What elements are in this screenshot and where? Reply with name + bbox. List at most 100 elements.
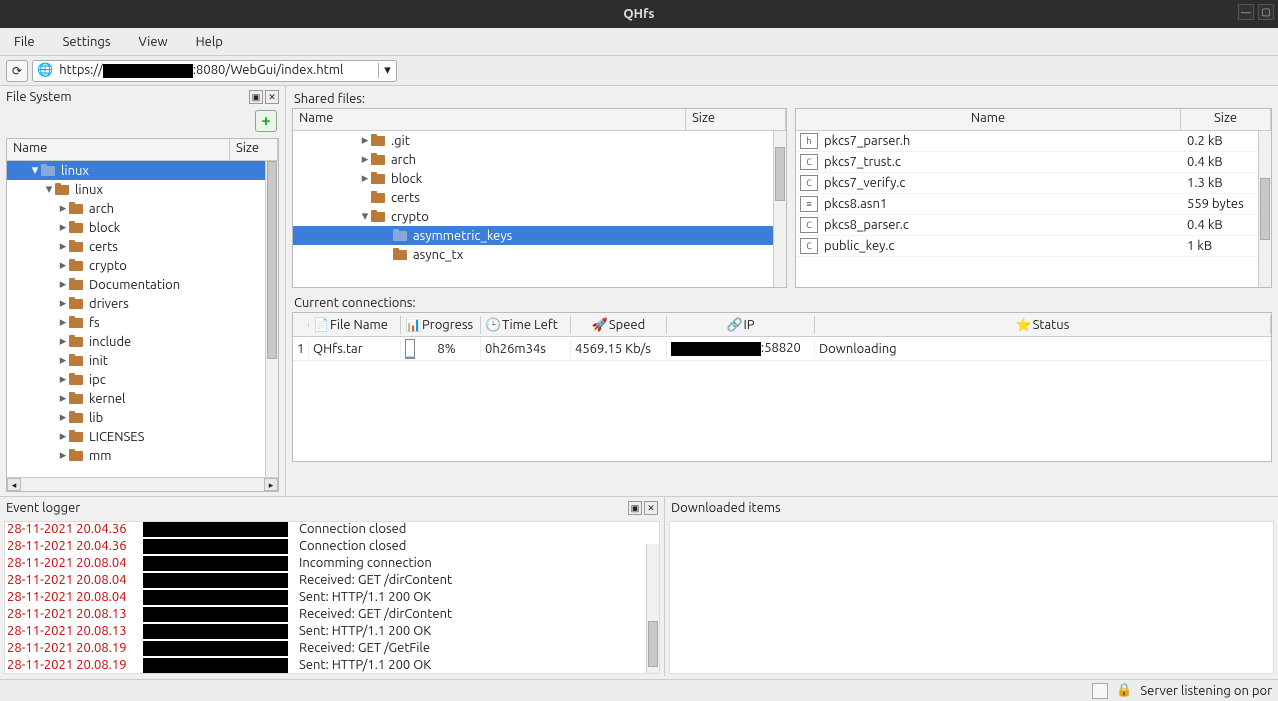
toolbar: ⟳ 🌐 https://:8080/WebGui/index.html ▾	[0, 56, 1278, 86]
fs-tree-row[interactable]: ▸kernel	[7, 389, 278, 408]
log-row: 28-11-2021 20.04.36Connection closed	[5, 522, 659, 539]
log-row: 28-11-2021 20.04.36Connection closed	[5, 539, 659, 556]
filetype-icon: C	[800, 175, 818, 191]
hscroll-left[interactable]: ◂	[7, 478, 21, 491]
hscroll-track[interactable]	[21, 478, 264, 491]
menu-view[interactable]: View	[135, 33, 172, 51]
statusbar: 🔒 Server listening on por	[0, 679, 1278, 701]
conn-col-speed[interactable]: 🚀Speed	[571, 316, 667, 334]
conn-col-file[interactable]: 📄File Name	[309, 316, 401, 334]
shared-files-title: Shared files:	[286, 86, 1278, 108]
event-logger-panel: Event logger ▣ ✕ 28-11-2021 20.04.36Conn…	[0, 497, 665, 676]
fs-vscroll[interactable]	[265, 161, 278, 491]
fs-tree-row[interactable]: ▸include	[7, 332, 278, 351]
file-row[interactable]: hpkcs7_parser.h0.2 kB	[796, 131, 1271, 152]
shared-tree-row[interactable]: asymmetric_keys	[293, 226, 786, 245]
fs-tree-row[interactable]: ▸mm	[7, 446, 278, 465]
ip-redacted	[671, 342, 761, 356]
event-logger-title: Event logger	[6, 501, 80, 515]
files-col-name[interactable]: Name	[796, 109, 1181, 130]
shared-col-name[interactable]: Name	[293, 109, 686, 130]
fs-tree-row[interactable]: ▸ipc	[7, 370, 278, 389]
evlog-close-button[interactable]: ✕	[644, 501, 658, 515]
fs-tree-row[interactable]: ▸crypto	[7, 256, 278, 275]
shared-tree-row[interactable]: certs	[293, 188, 786, 207]
shared-tree[interactable]: Name Size ▸.git▸arch▸blockcerts▾cryptoas…	[292, 108, 787, 288]
conn-col-status[interactable]: ⭐Status	[815, 316, 1271, 334]
fs-col-name[interactable]: Name	[7, 139, 230, 160]
downloaded-items-list[interactable]	[669, 521, 1274, 674]
fs-tree-row[interactable]: ▸arch	[7, 199, 278, 218]
status-icon-1[interactable]	[1092, 683, 1108, 699]
rocket-icon: 🚀	[592, 318, 606, 332]
shared-tree-row[interactable]: ▸arch	[293, 150, 786, 169]
lock-icon[interactable]: 🔒	[1116, 683, 1132, 698]
shared-vscroll[interactable]	[773, 131, 786, 287]
refresh-button[interactable]: ⟳	[6, 60, 28, 82]
fs-tree-row[interactable]: ▸block	[7, 218, 278, 237]
shared-tree-row[interactable]: async_tx	[293, 245, 786, 264]
connections-title: Current connections:	[286, 288, 1278, 312]
fs-tree-row[interactable]: ▾linux	[7, 161, 278, 180]
conn-col-ip[interactable]: 🔗IP	[667, 316, 815, 334]
fs-tree-row[interactable]: ▸fs	[7, 313, 278, 332]
files-col-size[interactable]: Size	[1181, 109, 1271, 130]
fs-tree-row[interactable]: ▸init	[7, 351, 278, 370]
fs-col-size[interactable]: Size	[230, 139, 278, 160]
log-row: 28-11-2021 20.08.19Received: GET /GetFil…	[5, 641, 659, 658]
status-text: Server listening on por	[1140, 684, 1272, 698]
link-icon: 🔗	[726, 318, 740, 332]
fs-tree-row[interactable]: ▸certs	[7, 237, 278, 256]
files-vscroll[interactable]	[1258, 131, 1271, 287]
fs-tree-row[interactable]: ▸LICENSES	[7, 427, 278, 446]
file-row[interactable]: ≡pkcs8.asn1559 bytes	[796, 194, 1271, 215]
log-row: 28-11-2021 20.08.13Sent: HTTP/1.1 200 OK	[5, 624, 659, 641]
minimize-button[interactable]: —	[1238, 4, 1254, 20]
menu-settings[interactable]: Settings	[59, 33, 115, 51]
log-row: 28-11-2021 20.08.04Sent: HTTP/1.1 200 OK	[5, 590, 659, 607]
maximize-button[interactable]: ▢	[1258, 4, 1274, 20]
conn-col-timeleft[interactable]: 🕒Time Left	[481, 316, 571, 334]
url-text: https://:8080/WebGui/index.html	[57, 63, 378, 78]
progress-bar	[405, 339, 415, 359]
downloaded-items-title: Downloaded items	[671, 501, 781, 515]
menu-help[interactable]: Help	[192, 33, 227, 51]
fs-tree-row[interactable]: ▸Documentation	[7, 275, 278, 294]
file-icon: 📄	[313, 318, 327, 332]
fs-tree-row[interactable]: ▸lib	[7, 408, 278, 427]
add-share-button[interactable]: +	[255, 110, 277, 132]
fs-tree-row[interactable]: ▾linux	[7, 180, 278, 199]
panel-close-button[interactable]: ✕	[265, 90, 279, 104]
file-system-tree[interactable]: Name Size ▾linux▾linux▸arch▸block▸certs▸…	[6, 138, 279, 492]
log-row: 28-11-2021 20.08.04Received: GET /dirCon…	[5, 573, 659, 590]
file-row[interactable]: Cpkcs7_verify.c1.3 kB	[796, 173, 1271, 194]
fs-tree-row[interactable]: ▸drivers	[7, 294, 278, 313]
event-log-list[interactable]: 28-11-2021 20.04.36Connection closed28-1…	[4, 521, 660, 674]
file-row[interactable]: Cpublic_key.c1 kB	[796, 236, 1271, 257]
file-row[interactable]: Cpkcs8_parser.c0.4 kB	[796, 215, 1271, 236]
evlog-detach-button[interactable]: ▣	[628, 501, 642, 515]
url-redacted-host	[103, 64, 193, 78]
file-row[interactable]: Cpkcs7_trust.c0.4 kB	[796, 152, 1271, 173]
progress-icon: 📊	[405, 318, 419, 332]
connection-row[interactable]: 1 QHfs.tar 8% 0h26m34s 4569.15 Kb/s :588…	[293, 337, 1271, 361]
url-combobox[interactable]: 🌐 https://:8080/WebGui/index.html ▾	[32, 60, 397, 82]
menu-file[interactable]: File	[10, 33, 39, 51]
shared-tree-row[interactable]: ▸block	[293, 169, 786, 188]
hscroll-right[interactable]: ▸	[264, 478, 278, 491]
shared-tree-row[interactable]: ▸.git	[293, 131, 786, 150]
filetype-icon: C	[800, 238, 818, 254]
panel-detach-button[interactable]: ▣	[249, 90, 263, 104]
shared-tree-row[interactable]: ▾crypto	[293, 207, 786, 226]
conn-col-num[interactable]	[293, 323, 309, 327]
url-dropdown-icon[interactable]: ▾	[378, 63, 396, 78]
conn-col-progress[interactable]: 📊Progress	[401, 316, 481, 334]
globe-icon: 🌐	[33, 63, 57, 78]
file-table[interactable]: Name Size hpkcs7_parser.h0.2 kBCpkcs7_tr…	[795, 108, 1272, 288]
shared-col-size[interactable]: Size	[686, 109, 786, 130]
titlebar: QHfs — ▢	[0, 0, 1278, 28]
menubar: File Settings View Help	[0, 28, 1278, 56]
file-system-title: File System	[6, 90, 72, 104]
log-row: 28-11-2021 20.08.19Sent: HTTP/1.1 200 OK	[5, 658, 659, 674]
evlog-vscroll[interactable]	[646, 544, 659, 673]
